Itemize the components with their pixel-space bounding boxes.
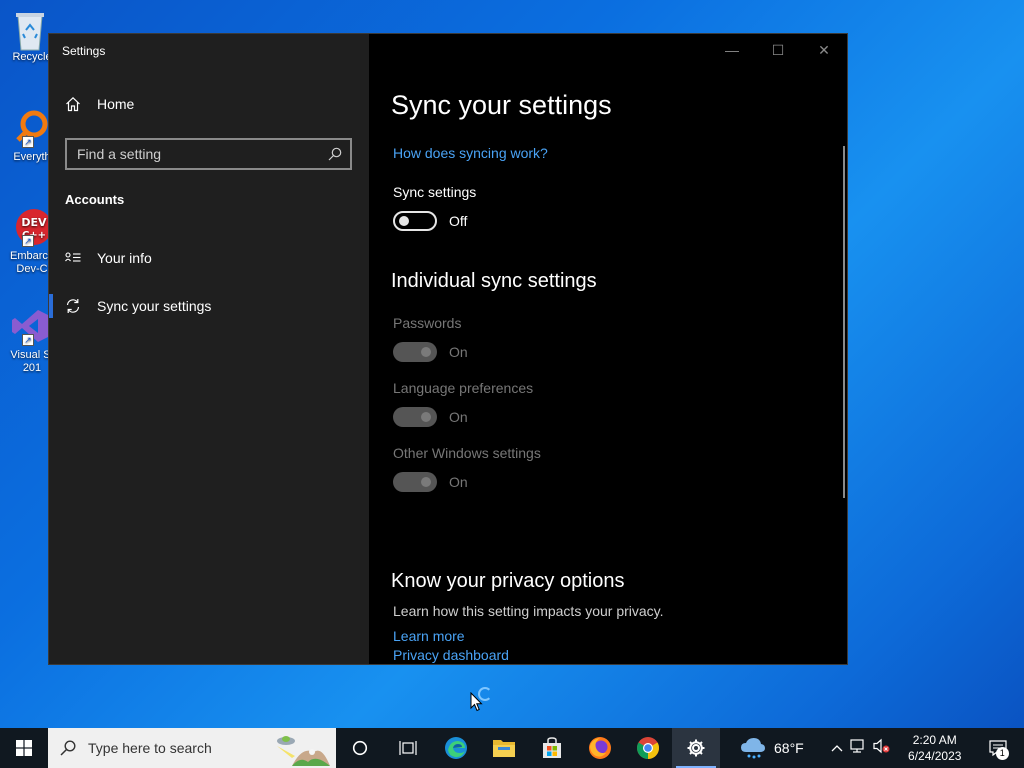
start-button[interactable]: [0, 728, 48, 768]
privacy-description: Learn how this setting impacts your priv…: [393, 603, 664, 619]
visual-studio-icon: ↗: [10, 306, 50, 346]
passwords-toggle-row: On: [393, 342, 468, 362]
sidebar-item-your-info[interactable]: Your info: [49, 238, 369, 278]
devcpp-app-icon: DEV C++ ↗: [10, 207, 52, 247]
chrome-icon: [637, 737, 659, 759]
cortana-circle-icon: [352, 740, 368, 756]
sync-settings-label: Sync settings: [393, 184, 477, 200]
taskbar-clock[interactable]: 2:20 AM 6/24/2023: [900, 732, 970, 764]
svg-text:DEV: DEV: [21, 216, 47, 229]
window-title: Settings: [62, 44, 106, 58]
sync-settings-toggle[interactable]: [393, 211, 437, 231]
other-windows-settings-toggle-row: On: [393, 472, 468, 492]
settings-content: Sync your settings How does syncing work…: [391, 34, 831, 664]
other-windows-settings-toggle[interactable]: [393, 472, 437, 492]
taskbar-search-input[interactable]: [88, 740, 258, 756]
home-icon: [66, 96, 80, 112]
magnifier-app-icon: ↗: [10, 108, 50, 148]
find-setting-search-box[interactable]: [65, 138, 352, 170]
toggle-knob: [421, 412, 431, 422]
sidebar-item-sync-your-settings[interactable]: Sync your settings: [49, 286, 369, 326]
shortcut-arrow-icon: ↗: [22, 136, 34, 148]
search-icon[interactable]: [328, 147, 342, 161]
toggle-knob: [421, 477, 431, 487]
passwords-toggle[interactable]: [393, 342, 437, 362]
mouse-cursor-icon: [470, 692, 483, 712]
shortcut-arrow-icon: ↗: [22, 334, 34, 346]
how-syncing-works-link[interactable]: How does syncing work?: [393, 145, 548, 161]
language-preferences-state: On: [449, 409, 468, 425]
contact-card-icon: [65, 252, 81, 262]
toggle-knob: [399, 216, 409, 226]
learn-more-link[interactable]: Learn more: [393, 628, 465, 644]
language-preferences-label: Language preferences: [393, 380, 534, 396]
find-setting-input[interactable]: [77, 146, 328, 162]
section-accounts: Accounts: [65, 192, 125, 207]
network-icon[interactable]: [849, 738, 867, 759]
taskbar-firefox[interactable]: [576, 728, 624, 768]
firefox-icon: [589, 737, 611, 759]
taskbar: 68°F 2:20 AM 6/24/2023 1: [0, 728, 1024, 768]
weather-temperature: 68°F: [774, 740, 804, 756]
action-center-button[interactable]: 1: [978, 728, 1018, 768]
clock-date: 6/24/2023: [908, 749, 962, 763]
page-title: Sync your settings: [391, 90, 612, 120]
sync-settings-toggle-row: Off: [393, 211, 467, 231]
task-view-button[interactable]: [384, 728, 432, 768]
weather-widget[interactable]: 68°F: [740, 737, 804, 759]
shortcut-arrow-icon: ↗: [22, 235, 34, 247]
search-highlight-illustration-icon: [277, 736, 330, 766]
language-preferences-toggle-row: On: [393, 407, 468, 427]
sync-icon: [66, 299, 80, 313]
privacy-dashboard-link[interactable]: Privacy dashboard: [393, 647, 509, 663]
search-icon: [60, 740, 76, 756]
language-preferences-toggle[interactable]: [393, 407, 437, 427]
taskbar-edge[interactable]: [432, 728, 480, 768]
windows-logo-icon: [16, 740, 32, 756]
other-windows-settings-label: Other Windows settings: [393, 445, 541, 461]
taskbar-file-explorer[interactable]: [480, 728, 528, 768]
other-windows-settings-state: On: [449, 474, 468, 490]
task-view-icon: [399, 741, 417, 755]
volume-muted-icon[interactable]: [873, 738, 891, 759]
store-bag-icon: [543, 737, 561, 758]
gear-icon: [687, 739, 705, 757]
taskbar-chrome[interactable]: [624, 728, 672, 768]
passwords-state: On: [449, 344, 468, 360]
sidebar-item-label: Sync your settings: [97, 298, 212, 314]
sidebar-item-label: Your info: [97, 250, 152, 266]
recycle-bin-icon: [10, 8, 50, 51]
settings-window: Settings Home Accounts Your info Sync yo…: [48, 33, 848, 665]
taskbar-settings[interactable]: [672, 728, 720, 768]
weather-cloud-rain-icon: [741, 738, 765, 759]
toggle-knob: [421, 347, 431, 357]
system-tray: [828, 738, 894, 759]
show-hidden-icons-chevron-icon[interactable]: [831, 739, 843, 757]
settings-sidebar: Settings Home Accounts Your info Sync yo…: [49, 34, 369, 664]
sidebar-item-home[interactable]: Home: [65, 96, 134, 112]
clock-time: 2:20 AM: [912, 733, 957, 747]
passwords-label: Passwords: [393, 315, 462, 331]
individual-sync-heading: Individual sync settings: [391, 270, 597, 292]
notification-count-badge: 1: [995, 747, 1009, 760]
cortana-button[interactable]: [336, 728, 384, 768]
taskbar-search-box[interactable]: [48, 728, 336, 768]
content-scrollbar[interactable]: [843, 146, 845, 498]
folder-icon: [493, 740, 515, 757]
home-label: Home: [97, 96, 135, 112]
privacy-heading: Know your privacy options: [391, 570, 625, 592]
taskbar-microsoft-store[interactable]: [528, 728, 576, 768]
sync-settings-state: Off: [449, 213, 468, 229]
edge-icon: [445, 737, 467, 759]
